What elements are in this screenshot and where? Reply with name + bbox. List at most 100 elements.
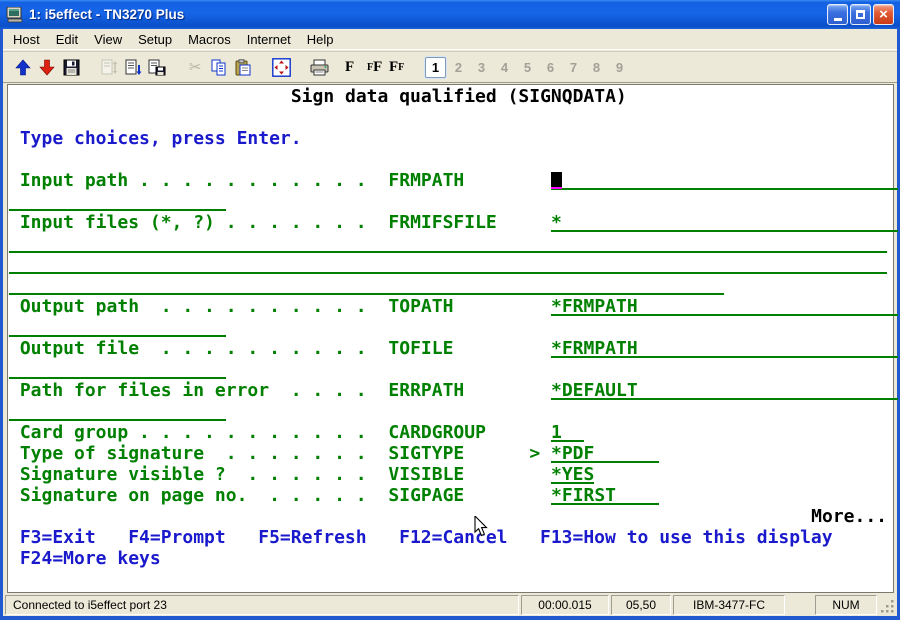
menu-item-internet[interactable]: Internet <box>239 30 299 49</box>
label-signature-on-page-no: Signature on page no. . . . . . <box>20 486 367 507</box>
menu-item-macros[interactable]: Macros <box>180 30 239 49</box>
errpath-field[interactable]: *DEFAULT <box>551 381 898 400</box>
label-input-path: Input path . . . . . . . . . . . <box>20 171 367 192</box>
maximize-icon <box>856 10 865 19</box>
frmifsfile-field-continuation[interactable] <box>9 255 887 274</box>
frmpath-field[interactable] <box>551 171 898 190</box>
down-arrow-icon <box>39 59 55 76</box>
keyboard-state: NUM <box>815 595 877 615</box>
scissors-icon: ✂ <box>189 58 202 76</box>
keyword-sigpage: SIGPAGE <box>388 486 464 507</box>
print-button[interactable] <box>307 55 331 79</box>
terminal-grid: Sign data qualified (SIGNQDATA) Type choi… <box>8 85 893 592</box>
floppy-disk-icon <box>63 59 80 76</box>
font-buttons-group: FFFFF <box>345 55 411 79</box>
font-increase-button[interactable]: FF <box>367 55 389 79</box>
font-letter: F <box>398 62 404 73</box>
copy-button[interactable] <box>207 55 231 79</box>
cut-button[interactable]: ✂ <box>183 55 207 79</box>
frmpath-field-continuation[interactable] <box>9 192 226 211</box>
save-screen-icon <box>148 59 166 76</box>
doc-download-button[interactable] <box>121 55 145 79</box>
title-bar[interactable]: 1: i5effect - TN3270 Plus × <box>0 0 900 29</box>
session-button-3[interactable]: 3 <box>471 57 492 78</box>
topath-field-continuation[interactable] <box>9 318 226 337</box>
menu-item-host[interactable]: Host <box>5 30 48 49</box>
visible-field[interactable]: *YES <box>551 465 594 484</box>
menu-item-view[interactable]: View <box>86 30 130 49</box>
terminal-app-icon <box>6 7 24 23</box>
session-button-2[interactable]: 2 <box>448 57 469 78</box>
instruction-text: Type choices, press Enter. <box>20 129 302 150</box>
doc-swap-button[interactable] <box>97 55 121 79</box>
center-screen-icon <box>272 58 291 77</box>
frmifsfile-field-continuation[interactable] <box>9 276 724 295</box>
topath-field[interactable]: *FRMPATH <box>551 297 898 316</box>
label-output-file: Output file . . . . . . . . . . <box>20 339 367 360</box>
minimize-button[interactable] <box>827 4 848 25</box>
font-letter: F <box>389 59 398 76</box>
up-arrow-button[interactable] <box>11 55 35 79</box>
label-input-files: Input files (*, ?) . . . . . . . <box>20 213 367 234</box>
keyword-visible: VISIBLE <box>388 465 464 486</box>
keyword-errpath: ERRPATH <box>388 381 464 402</box>
minimize-icon <box>834 18 842 21</box>
close-button[interactable]: × <box>873 4 894 25</box>
connection-status: Connected to i5effect port 23 <box>5 595 519 615</box>
keyword-frmifsfile: FRMIFSFILE <box>388 213 496 234</box>
changed-value-marker: > <box>529 444 540 465</box>
screen-title: Sign data qualified (SIGNQDATA) <box>291 87 627 108</box>
app-window: 1: i5effect - TN3270 Plus × HostEditView… <box>0 0 900 620</box>
menu-item-setup[interactable]: Setup <box>130 30 180 49</box>
session-buttons-group: 123456789 <box>425 57 632 78</box>
statusbar-spacer <box>787 595 813 615</box>
sigtype-field[interactable]: *PDF <box>551 444 659 463</box>
doc-swap-icon <box>101 59 118 76</box>
session-button-5[interactable]: 5 <box>517 57 538 78</box>
keyword-frmpath: FRMPATH <box>388 171 464 192</box>
font-button[interactable]: F <box>345 55 367 79</box>
keyword-tofile: TOFILE <box>388 339 453 360</box>
font-letter: F <box>345 59 354 76</box>
more-indicator: More... <box>811 507 887 528</box>
save-screen-button[interactable] <box>145 55 169 79</box>
tofile-field[interactable]: *FRMPATH <box>551 339 898 358</box>
frmifsfile-field[interactable]: * <box>551 213 898 232</box>
terminal-screen[interactable]: Sign data qualified (SIGNQDATA) Type choi… <box>7 84 894 593</box>
copy-icon <box>211 59 228 76</box>
keyword-cardgroup: CARDGROUP <box>388 423 486 444</box>
sigpage-field[interactable]: *FIRST <box>551 486 659 505</box>
session-button-4[interactable]: 4 <box>494 57 515 78</box>
keyword-topath: TOPATH <box>388 297 453 318</box>
errpath-field-continuation[interactable] <box>9 402 226 421</box>
close-icon: × <box>879 7 888 22</box>
font-letter: F <box>373 59 382 76</box>
resize-grip[interactable] <box>879 595 895 615</box>
session-button-8[interactable]: 8 <box>586 57 607 78</box>
toolbar: ✂ <box>3 51 897 83</box>
resize-grip-icon <box>881 600 895 614</box>
text-cursor <box>551 172 562 189</box>
menu-item-help[interactable]: Help <box>299 30 342 49</box>
frmifsfile-field-continuation[interactable] <box>9 234 887 253</box>
tofile-field-continuation[interactable] <box>9 360 226 379</box>
menu-item-edit[interactable]: Edit <box>48 30 86 49</box>
mouse-pointer <box>474 516 488 537</box>
cardgroup-field[interactable]: 1 <box>551 423 584 442</box>
terminal-type: IBM-3477-FC <box>673 595 785 615</box>
paste-button[interactable] <box>231 55 255 79</box>
session-button-1[interactable]: 1 <box>425 57 446 78</box>
keyword-sigtype: SIGTYPE <box>388 444 464 465</box>
down-arrow-button[interactable] <box>35 55 59 79</box>
font-decrease-button[interactable]: FF <box>389 55 411 79</box>
center-screen-button[interactable] <box>269 55 293 79</box>
status-bar: Connected to i5effect port 23 00:00.015 … <box>3 594 897 616</box>
maximize-button[interactable] <box>850 4 871 25</box>
function-keys-line-2: F24=More keys <box>20 549 161 570</box>
save-button[interactable] <box>59 55 83 79</box>
session-button-7[interactable]: 7 <box>563 57 584 78</box>
session-button-9[interactable]: 9 <box>609 57 630 78</box>
label-card-group: Card group . . . . . . . . . . . <box>20 423 367 444</box>
window-title: 1: i5effect - TN3270 Plus <box>29 7 827 22</box>
session-button-6[interactable]: 6 <box>540 57 561 78</box>
